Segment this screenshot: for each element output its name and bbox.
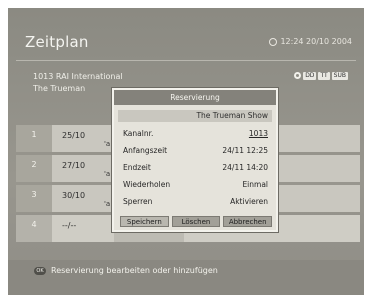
field-label: Wiederholen	[123, 180, 171, 189]
repeat-value[interactable]: Einmal	[242, 179, 268, 191]
subtitle-icon: SUB	[331, 72, 348, 80]
dialog-title: Reservierung	[114, 90, 276, 105]
clock-icon	[269, 38, 278, 46]
teletext-icon: TT	[318, 72, 330, 80]
info-icons: DD TT SUB	[294, 72, 348, 80]
field-repeat[interactable]: Wiederholen Einmal	[123, 179, 268, 191]
ok-key-icon: OK	[34, 267, 46, 275]
end-time-value[interactable]: 24/11 14:20	[222, 162, 268, 174]
lock-value[interactable]: Aktivieren	[230, 196, 268, 208]
row-title: 'a	[104, 170, 111, 178]
field-label: Anfangszeit	[123, 146, 168, 155]
row-title: 'a	[104, 200, 111, 208]
reservation-dialog: Reservierung The Trueman Show Kanalnr. 1…	[112, 88, 278, 232]
header-divider	[16, 60, 356, 61]
row-number: 1	[16, 125, 52, 152]
channel-number-input[interactable]: 1013	[249, 128, 268, 140]
program-name: The Trueman	[33, 84, 86, 93]
field-end-time[interactable]: Endzeit 24/11 14:20	[123, 162, 268, 174]
row-date: 25/10	[62, 131, 86, 140]
dialog-buttons: Speichern Löschen Abbrechen	[120, 216, 273, 227]
record-icon	[294, 72, 302, 79]
save-button[interactable]: Speichern	[120, 216, 169, 227]
tv-screen: Zeitplan 12:24 20/10 2004 1013 RAI Inter…	[8, 8, 364, 295]
channel-info: 1013 RAI International The Trueman	[33, 71, 123, 95]
clock-text: 12:24 20/10 2004	[280, 37, 352, 46]
row-number: 3	[16, 185, 52, 212]
row-title: 'a	[104, 140, 111, 148]
page-title: Zeitplan	[25, 33, 89, 51]
clock: 12:24 20/10 2004	[269, 37, 352, 46]
cancel-button[interactable]: Abbrechen	[223, 216, 273, 227]
field-start-time[interactable]: Anfangszeit 24/11 12:25	[123, 145, 268, 157]
row-number: 2	[16, 155, 52, 182]
field-label: Endzeit	[123, 163, 151, 172]
row-number: 4	[16, 215, 52, 242]
channel-name: 1013 RAI International	[33, 72, 123, 81]
field-lock[interactable]: Sperren Aktivieren	[123, 196, 268, 208]
delete-button[interactable]: Löschen	[171, 216, 221, 227]
start-time-value[interactable]: 24/11 12:25	[222, 145, 268, 157]
row-date: --/--	[62, 221, 77, 230]
row-date: 27/10	[62, 161, 86, 170]
field-channel[interactable]: Kanalnr. 1013	[123, 128, 268, 140]
dolby-icon: DD	[303, 72, 317, 80]
field-label: Sperren	[123, 197, 153, 206]
footer-hint: Reservierung bearbeiten oder hinzufügen	[51, 266, 218, 275]
row-date: 30/10	[62, 191, 86, 200]
dialog-program: The Trueman Show	[118, 110, 272, 122]
field-label: Kanalnr.	[123, 129, 154, 138]
footer: OK Reservierung bearbeiten oder hinzufüg…	[8, 260, 364, 295]
